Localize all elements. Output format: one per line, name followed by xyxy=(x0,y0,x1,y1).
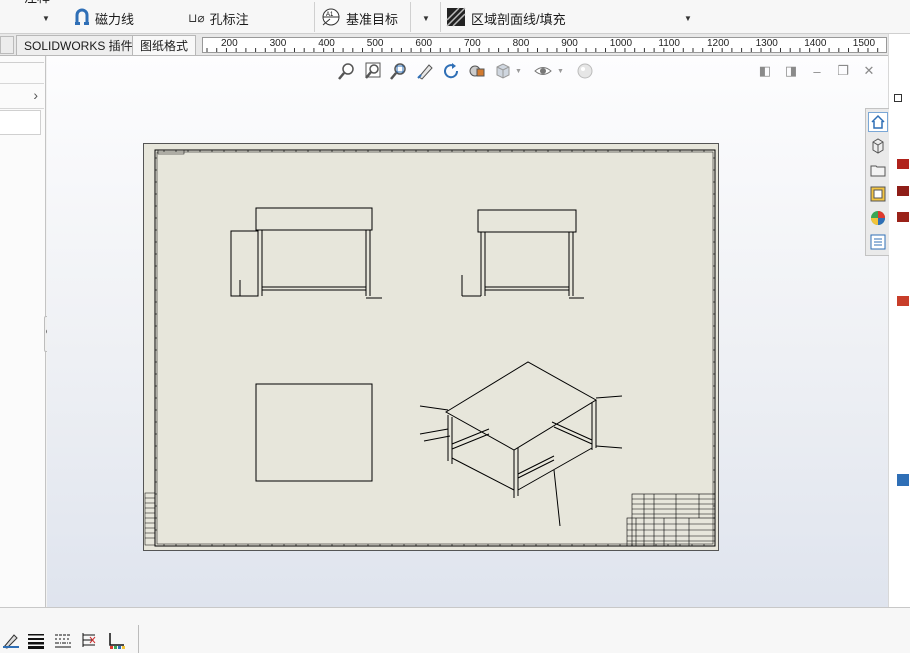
panel-marker xyxy=(897,159,909,169)
toolbar-separator xyxy=(314,2,315,32)
layer-properties-icon[interactable] xyxy=(108,631,128,649)
line-thickness-icon[interactable] xyxy=(27,631,47,649)
hatch-icon xyxy=(446,6,466,30)
graphics-area[interactable]: ▼ ▼ ◧ ◨ – ❐ ✕ xyxy=(47,56,888,607)
area-hatch-button[interactable]: 区域剖面线/填充 xyxy=(446,6,566,30)
sketch-pen-icon[interactable] xyxy=(415,61,435,81)
line-style-icon[interactable] xyxy=(54,631,74,649)
close-icon[interactable]: ✕ xyxy=(861,63,877,79)
chevron-down-icon[interactable]: ▼ xyxy=(684,14,692,23)
home-icon[interactable] xyxy=(868,112,888,132)
toolbar-cut-label: 注释 xyxy=(24,0,50,4)
top-view[interactable] xyxy=(255,383,373,482)
drawing-canvas xyxy=(144,149,716,547)
datum-target-label: 基准目标 xyxy=(346,11,399,27)
next-view-icon[interactable]: ◨ xyxy=(783,63,799,79)
panel-divider xyxy=(0,62,44,63)
feature-manager-panel: › xyxy=(0,56,53,607)
tab-label: 图纸格式 xyxy=(140,39,189,53)
panel-marker xyxy=(894,94,902,102)
title-block xyxy=(626,493,716,547)
ruler-label: 500 xyxy=(366,38,384,49)
magnetic-line-label: 磁力线 xyxy=(95,11,135,27)
modify-view-icon[interactable] xyxy=(467,61,487,81)
command-toolbar: 注释 ▼ 磁力线 ⊔⌀ 孔标注 A1 基准目标 ▼ 区域剖面线/填充 xyxy=(0,0,910,34)
drawing-sheet[interactable] xyxy=(143,143,719,551)
ruler-label: 1300 xyxy=(755,38,778,49)
ruler-label: 800 xyxy=(512,38,530,49)
chevron-down-icon[interactable]: ▼ xyxy=(42,14,50,23)
panel-marker xyxy=(897,296,909,306)
chevron-right-icon[interactable]: › xyxy=(33,87,38,103)
ruler-ticks xyxy=(206,48,879,52)
tab-solidworks-addins[interactable]: SOLIDWORKS 插件 xyxy=(16,35,141,55)
chevron-down-icon[interactable]: ▼ xyxy=(422,14,430,23)
task-pane-tabs xyxy=(865,108,889,256)
panel-marker xyxy=(897,186,909,196)
ruler-label: 600 xyxy=(415,38,433,49)
display-style-icon[interactable] xyxy=(493,61,513,81)
panel-marker xyxy=(897,474,909,486)
chevron-down-icon[interactable]: ▼ xyxy=(557,68,564,75)
side-view[interactable] xyxy=(461,209,584,299)
hole-callout-label: 孔标注 xyxy=(209,11,249,27)
ruler-label: 1500 xyxy=(852,38,876,49)
ruler-label: 1200 xyxy=(707,38,730,49)
datum-target-icon: A1 xyxy=(321,7,341,30)
ruler-label: 300 xyxy=(269,38,287,49)
svg-text:A1: A1 xyxy=(326,12,334,18)
tab-label: SOLIDWORKS 插件 xyxy=(24,39,133,53)
panel-row[interactable]: › xyxy=(0,83,44,109)
file-explorer-icon[interactable] xyxy=(868,160,888,180)
panel-marker xyxy=(897,212,909,222)
line-color-icon[interactable] xyxy=(2,631,22,649)
parts-library-icon[interactable] xyxy=(868,136,888,156)
minimize-icon[interactable]: – xyxy=(809,63,825,79)
tab-sheet-format[interactable]: 图纸格式 xyxy=(132,35,197,55)
restore-icon[interactable]: ❐ xyxy=(835,63,851,79)
zoom-area-icon[interactable] xyxy=(363,61,383,81)
ruler-label: 900 xyxy=(561,38,578,49)
hole-callout-icon: ⊔⌀ xyxy=(188,11,205,25)
revision-table xyxy=(144,492,156,546)
zoom-to-fit-icon[interactable] xyxy=(337,61,357,81)
ruler-label: 1000 xyxy=(609,38,633,49)
ruler-label: 700 xyxy=(464,38,481,49)
appearances-icon[interactable] xyxy=(868,208,888,228)
toolbar-separator xyxy=(138,625,139,653)
panel-input-box[interactable] xyxy=(0,110,41,135)
horizontal-ruler: 200 300 400 500 600 700 800 900 1000 1100 1200 1300… xyxy=(202,37,887,53)
tab-scroll-handle[interactable] xyxy=(0,36,14,54)
isometric-view[interactable] xyxy=(419,361,623,527)
front-view[interactable] xyxy=(230,207,382,299)
datum-target-button[interactable]: A1 基准目标 xyxy=(321,7,398,29)
ruler-label: 400 xyxy=(318,38,335,49)
area-hatch-label: 区域剖面线/填充 xyxy=(471,11,566,27)
appearance-icon[interactable] xyxy=(575,61,595,81)
magnet-icon xyxy=(74,8,90,29)
chevron-down-icon[interactable]: ▼ xyxy=(515,68,522,75)
custom-properties-icon[interactable] xyxy=(868,232,888,252)
rotate-icon[interactable] xyxy=(441,61,461,81)
toolbar-separator xyxy=(410,2,411,32)
ruler-label: 200 xyxy=(221,38,238,49)
bottom-toolbar xyxy=(0,607,910,653)
hide-show-icon[interactable] xyxy=(533,61,553,81)
magnetic-line-button[interactable]: 磁力线 xyxy=(74,7,134,29)
previous-view-icon[interactable]: ◧ xyxy=(757,63,773,79)
zoom-selection-icon[interactable] xyxy=(389,61,409,81)
toolbar-separator xyxy=(440,2,441,32)
hole-callout-button[interactable]: ⊔⌀ 孔标注 xyxy=(188,7,249,29)
ruler-label: 1400 xyxy=(804,38,827,49)
view-palette-icon[interactable] xyxy=(868,184,888,204)
solidworks-window: 注释 ▼ 磁力线 ⊔⌀ 孔标注 A1 基准目标 ▼ 区域剖面线/填充 xyxy=(0,0,910,653)
right-panel xyxy=(888,34,910,607)
ruler-label: 1100 xyxy=(658,38,680,49)
hide-show-edges-icon[interactable] xyxy=(80,631,100,649)
